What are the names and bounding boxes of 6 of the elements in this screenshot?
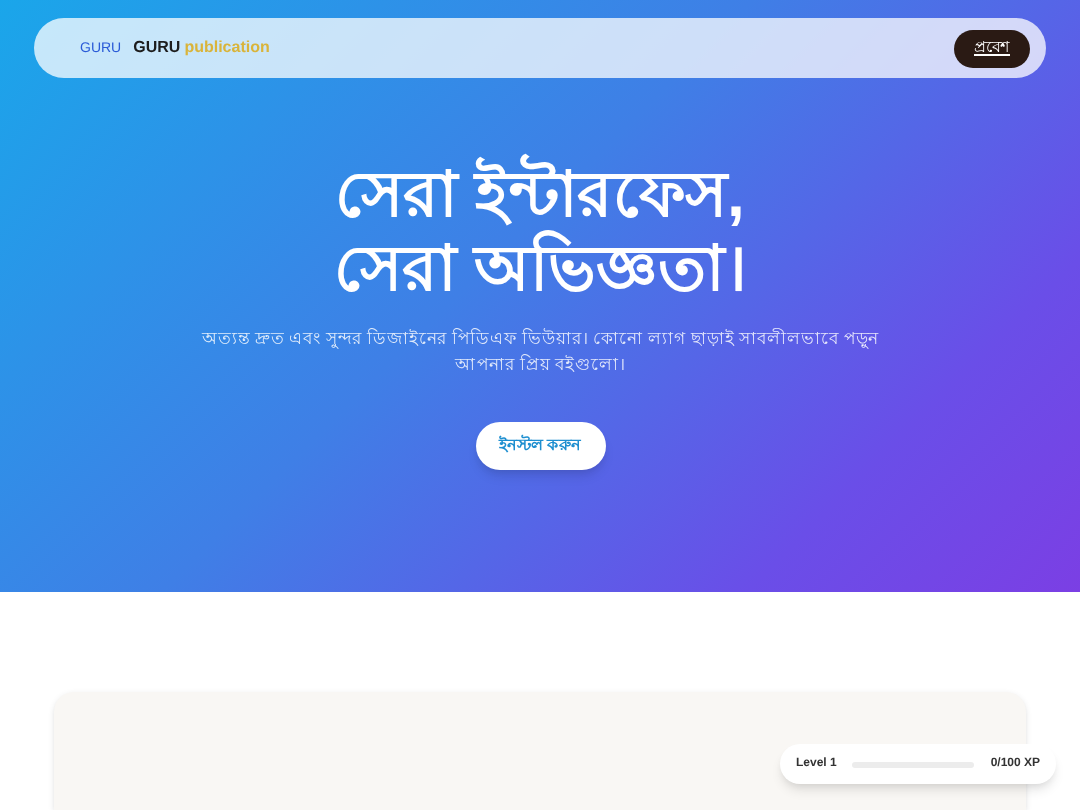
brand-name: GURU: [133, 36, 181, 60]
hero-title: সেরা ইন্টারফেস, সেরা অভিজ্ঞতা।: [334, 158, 746, 306]
brand-accent: publication: [184, 36, 270, 60]
login-button[interactable]: প্রবেশ: [954, 29, 1030, 67]
hero-subtitle: অত্যন্ত দ্রুত এবং সুন্দর ডিজাইনের পিডিএফ ভিউয়ার। কোনো ল্যাগ ছাড়াই সাবলীলভাবে পড়ুন আপনার প্রিয় বইগুলো।: [199, 326, 881, 378]
install-button[interactable]: ইনস্টল করুন: [475, 422, 605, 470]
